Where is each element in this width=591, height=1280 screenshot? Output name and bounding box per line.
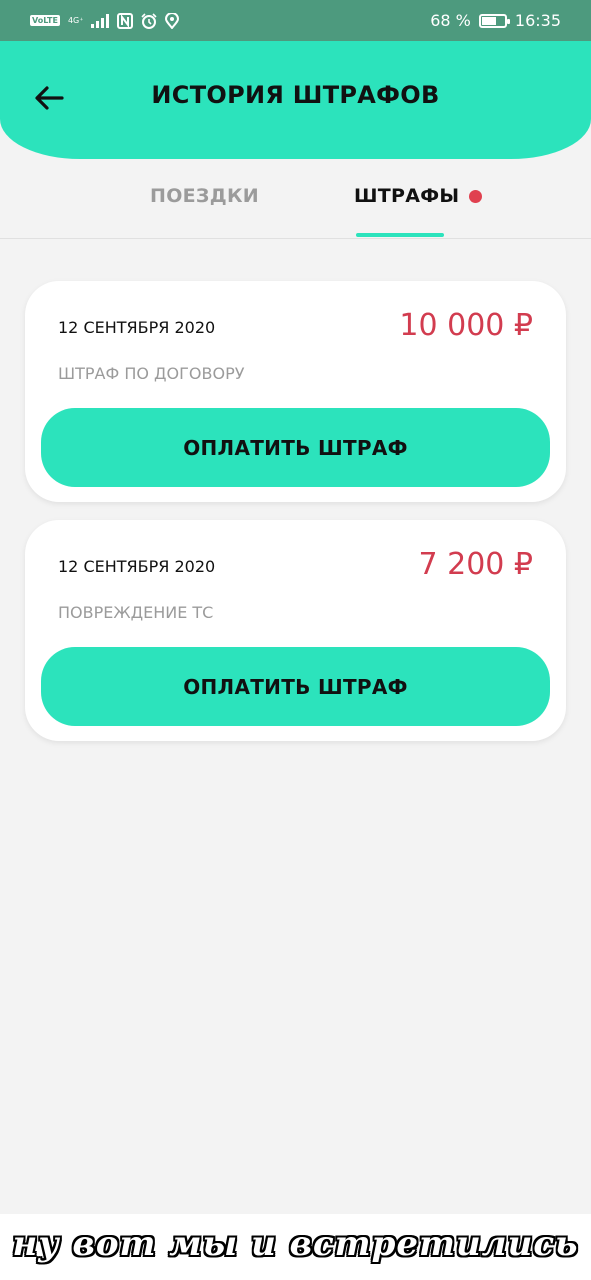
- fine-reason: ПОВРЕЖДЕНИЕ ТС: [58, 603, 214, 622]
- fine-card: 12 СЕНТЯБРЯ 2020 7 200 ₽ ПОВРЕЖДЕНИЕ ТС …: [25, 520, 566, 741]
- fine-reason: ШТРАФ ПО ДОГОВОРУ: [58, 364, 245, 383]
- page-title: ИСТОРИЯ ШТРАФОВ: [151, 81, 440, 109]
- volte-icon: VoLTE: [30, 15, 60, 26]
- alarm-icon: [141, 12, 158, 29]
- fine-amount: 10 000 ₽: [399, 308, 533, 343]
- active-tab-indicator: [356, 233, 444, 237]
- signal-icon: [91, 13, 110, 28]
- battery-percent: 68 %: [430, 11, 471, 30]
- tab-bar: ПОЕЗДКИ ШТРАФЫ: [0, 159, 591, 239]
- fine-date: 12 СЕНТЯБРЯ 2020: [58, 318, 216, 337]
- battery-icon: [478, 13, 510, 28]
- fine-amount: 7 200 ₽: [418, 547, 533, 582]
- tab-rides[interactable]: ПОЕЗДКИ: [150, 185, 259, 207]
- pay-fine-button[interactable]: ОПЛАТИТЬ ШТРАФ: [41, 647, 550, 726]
- caption-text: ну вот мы и встретились: [12, 1224, 579, 1264]
- nfc-icon: [117, 12, 134, 29]
- fine-date: 12 СЕНТЯБРЯ 2020: [58, 557, 216, 576]
- notification-dot: [469, 189, 483, 203]
- battery-fill: [481, 16, 497, 25]
- tab-label: ШТРАФЫ: [354, 185, 460, 207]
- network-type: 4G⁺: [67, 15, 84, 25]
- tab-fines[interactable]: ШТРАФЫ: [354, 185, 483, 207]
- pay-fine-button[interactable]: ОПЛАТИТЬ ШТРАФ: [41, 408, 550, 487]
- fine-card: 12 СЕНТЯБРЯ 2020 10 000 ₽ ШТРАФ ПО ДОГОВ…: [25, 281, 566, 502]
- app-header: ИСТОРИЯ ШТРАФОВ: [0, 41, 591, 159]
- status-left: VoLTE 4G⁺: [30, 12, 180, 29]
- status-bar: VoLTE 4G⁺ 68 % 16:35: [0, 0, 591, 41]
- clock: 16:35: [514, 11, 561, 30]
- location-icon: [165, 12, 180, 29]
- tab-label: ПОЕЗДКИ: [150, 185, 259, 207]
- status-right: 68 % 16:35: [430, 11, 561, 30]
- caption-bar: ну вот мы и встретились: [0, 1214, 591, 1280]
